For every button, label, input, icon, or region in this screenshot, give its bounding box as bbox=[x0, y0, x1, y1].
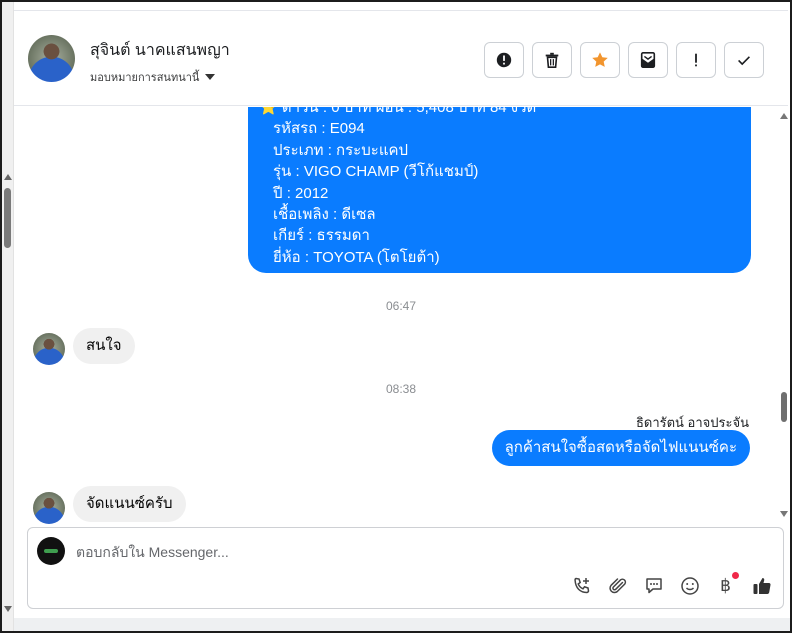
header-actions bbox=[484, 42, 764, 78]
mark-unread-button[interactable] bbox=[628, 42, 668, 78]
assign-conversation-label: มอบหมายการสนทนานี้ bbox=[90, 72, 200, 84]
message-thread[interactable]: ⭐ ดาวน์ : 0 บาท ผ่อน : 5,408 บาท 84 งวด … bbox=[14, 107, 788, 524]
incoming-message[interactable]: สนใจ bbox=[73, 328, 135, 364]
outgoing-message[interactable]: ลูกค้าสนใจซื้อสดหรือจัดไฟแนนซ์คะ bbox=[491, 430, 750, 466]
phone-plus-icon bbox=[573, 577, 589, 593]
attach-button[interactable] bbox=[606, 574, 629, 597]
saved-replies-button[interactable] bbox=[642, 574, 665, 597]
notification-dot bbox=[732, 572, 739, 579]
page-avatar bbox=[37, 537, 65, 565]
car-brand-line: ยี่ห้อ : TOYOTA (โตโยต้า) bbox=[273, 248, 440, 266]
scrollbar-thumb[interactable] bbox=[4, 188, 11, 248]
envelope-icon bbox=[640, 51, 656, 69]
scroll-down-arrow-icon[interactable] bbox=[780, 511, 788, 517]
scroll-up-arrow-icon[interactable] bbox=[4, 174, 12, 180]
car-model-line: รุ่น : VIGO CHAMP (วีโก้แชมป์) bbox=[273, 163, 479, 181]
down-payment-line: ⭐ ดาวน์ : 0 บาท ผ่อน : 5,408 บาท 84 งวด bbox=[259, 107, 537, 116]
smiley-icon bbox=[680, 576, 699, 595]
delete-button[interactable] bbox=[532, 42, 572, 78]
car-gear-line: เกียร์ : ธรรมดา bbox=[273, 227, 370, 245]
scrollbar-thumb[interactable] bbox=[781, 392, 787, 422]
incoming-message[interactable]: จัดแนนซ์ครับ bbox=[73, 486, 186, 522]
bottom-bar bbox=[14, 618, 790, 631]
trash-icon bbox=[545, 52, 559, 69]
mark-done-button[interactable] bbox=[724, 42, 764, 78]
page-scrollbar[interactable] bbox=[2, 2, 14, 631]
payment-button[interactable]: ฿ bbox=[714, 572, 739, 597]
contact-avatar-small[interactable] bbox=[33, 333, 65, 365]
contact-name[interactable]: สุจินต์ นาคแสนพญา bbox=[90, 38, 230, 63]
spam-button[interactable] bbox=[484, 42, 524, 78]
thumbs-up-icon bbox=[753, 577, 771, 594]
conversation-header: สุจินต์ นาคแสนพญา มอบหมายการสนทนานี้ bbox=[14, 11, 788, 106]
message-timestamp: 08:38 bbox=[385, 382, 417, 396]
follow-up-button[interactable] bbox=[676, 42, 716, 78]
baht-icon: ฿ bbox=[720, 575, 731, 596]
car-type-line: ประเภท : กระบะแคป bbox=[273, 141, 409, 159]
exclamation-icon bbox=[695, 53, 697, 67]
emoji-button[interactable] bbox=[678, 574, 701, 597]
car-year-line: ปี : 2012 bbox=[273, 184, 329, 202]
thread-scrollbar[interactable] bbox=[780, 107, 788, 524]
car-code-line: รหัสรถ : E094 bbox=[273, 120, 365, 138]
reply-composer: ฿ bbox=[27, 527, 784, 609]
contact-avatar[interactable] bbox=[28, 35, 75, 82]
app-window: สุจินต์ นาคแสนพญา มอบหมายการสนทนานี้ ⭐ ด… bbox=[0, 0, 792, 633]
reply-input[interactable] bbox=[76, 542, 676, 562]
alert-circle-icon bbox=[496, 52, 512, 68]
star-icon bbox=[592, 52, 608, 67]
call-button[interactable] bbox=[570, 574, 593, 597]
message-timestamp: 06:47 bbox=[385, 299, 417, 313]
scroll-down-arrow-icon[interactable] bbox=[4, 606, 12, 612]
paperclip-icon bbox=[608, 577, 626, 593]
car-details-message[interactable]: ⭐ ดาวน์ : 0 บาท ผ่อน : 5,408 บาท 84 งวด … bbox=[248, 107, 751, 273]
contact-avatar-small[interactable] bbox=[33, 492, 65, 524]
scroll-up-arrow-icon[interactable] bbox=[780, 113, 788, 119]
star-button[interactable] bbox=[580, 42, 620, 78]
like-button[interactable] bbox=[750, 574, 773, 597]
assign-conversation-dropdown[interactable]: มอบหมายการสนทนานี้ bbox=[90, 68, 216, 86]
caret-down-icon bbox=[205, 74, 216, 80]
conversation-panel: สุจินต์ นาคแสนพญา มอบหมายการสนทนานี้ ⭐ ด… bbox=[14, 10, 788, 618]
check-icon bbox=[738, 56, 750, 66]
composer-tools: ฿ bbox=[570, 572, 773, 597]
car-fuel-line: เชื้อเพลิง : ดีเซล bbox=[273, 206, 376, 224]
chat-bubble-icon bbox=[645, 577, 662, 593]
